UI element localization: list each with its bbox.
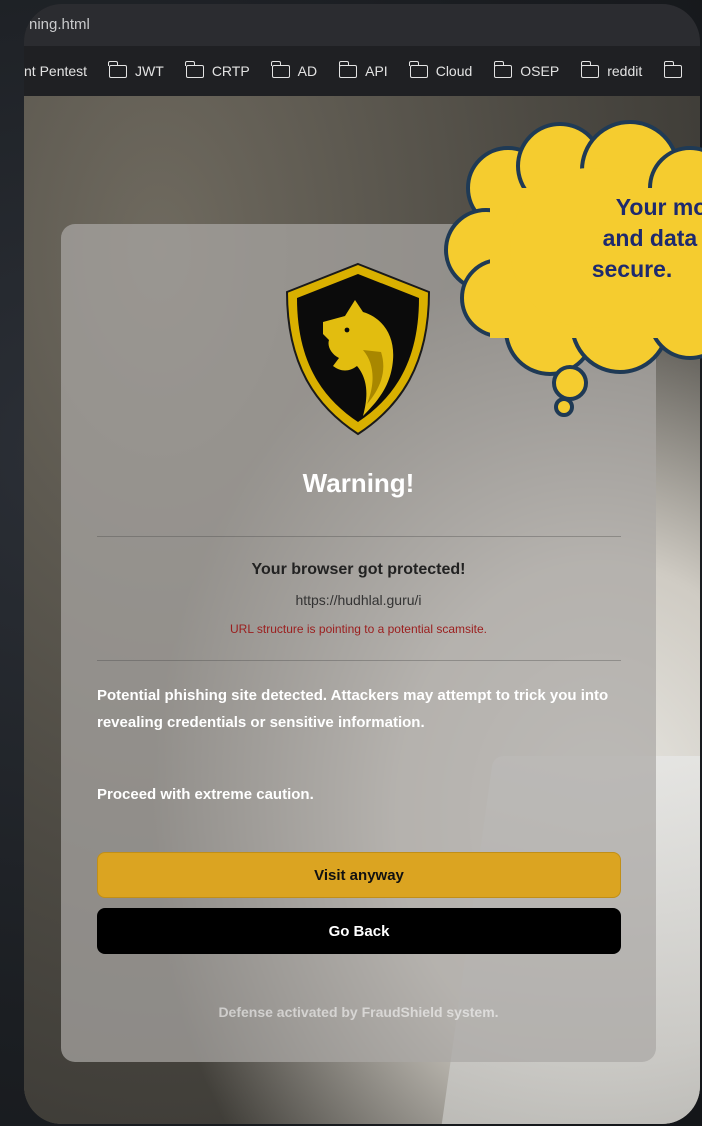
folder-icon: [580, 60, 600, 78]
bookmark-label: AD: [297, 63, 318, 79]
phishing-description: Potential phishing site detected. Attack…: [97, 687, 609, 731]
bookmark-jwt[interactable]: JWT: [98, 60, 175, 79]
thought-cloud-callout: Your mone and data ar secure.: [440, 118, 702, 418]
bookmark-label: OSEP: [520, 63, 560, 79]
folder-icon: [663, 60, 683, 78]
bookmark-label: Cloud: [435, 63, 473, 79]
folder-icon: [338, 60, 358, 78]
divider: [97, 660, 621, 661]
protection-subtitle: Your browser got protected!: [251, 561, 466, 578]
tab-title[interactable]: rning.html: [24, 16, 90, 33]
folder-icon: [108, 60, 128, 78]
bookmark-label: nt Pentest: [24, 63, 88, 79]
bookmark-nt-pentest[interactable]: nt Pentest: [24, 63, 98, 79]
bookmark-label: JWT: [135, 63, 164, 79]
url-warning: URL structure is pointing to a potential…: [229, 622, 487, 636]
folder-icon: [493, 60, 513, 78]
caution-text: Proceed with extreme caution.: [97, 786, 314, 803]
folder-icon: [185, 60, 204, 78]
visit-anyway-button[interactable]: Visit anyway: [97, 852, 621, 898]
bookmark-reddit[interactable]: reddit: [570, 60, 653, 79]
divider: [97, 536, 621, 537]
wolf-shield-logo: [285, 262, 431, 436]
bookmark-label: CRTP: [211, 63, 250, 79]
go-back-button[interactable]: Go Back: [97, 908, 621, 954]
blocked-url: https://hudhlal.guru/i: [295, 592, 422, 608]
bookmark-ad[interactable]: AD: [261, 60, 328, 79]
bookmark-osep[interactable]: OSEP: [483, 60, 570, 79]
folder-icon: [409, 60, 428, 78]
bookmark-api[interactable]: API: [328, 60, 399, 79]
tab-strip: rning.html: [24, 4, 700, 46]
fraudshield-footer: Defense activated by FraudShield system.: [218, 1004, 499, 1020]
bookmark-crtp[interactable]: CRTP: [175, 60, 261, 79]
callout-line: Your mone: [615, 194, 702, 220]
bookmarks-bar: nt Pentest JWT CRTP AD API Cloud OSEP re…: [24, 46, 700, 97]
callout-line: and data ar: [602, 225, 702, 251]
bookmark-label: reddit: [607, 63, 643, 79]
bookmark-cloud[interactable]: Cloud: [399, 60, 484, 79]
bookmark-overflow[interactable]: [653, 60, 693, 78]
callout-line: secure.: [591, 256, 673, 282]
folder-icon: [271, 60, 290, 78]
bookmark-label: API: [365, 63, 388, 79]
warning-title: Warning!: [302, 468, 415, 498]
